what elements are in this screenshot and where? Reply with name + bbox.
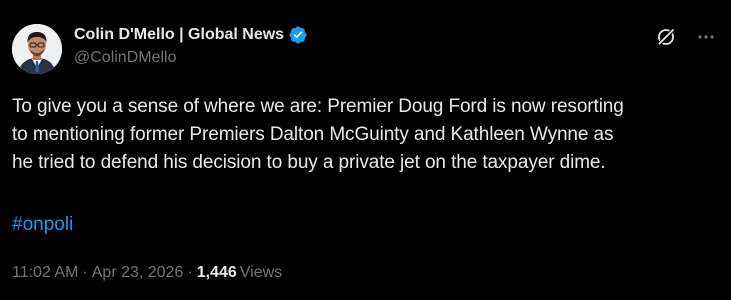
views-label: Views [239, 264, 283, 281]
tweet-time[interactable]: 11:02 AM [12, 262, 78, 284]
more-horizontal-icon[interactable] [695, 26, 717, 48]
tweet-text: To give you a sense of where we are: Pre… [12, 96, 624, 173]
author-display-name[interactable]: Colin D'Mello | Global News [74, 24, 284, 46]
grok-icon[interactable] [655, 26, 677, 48]
tweet-metadata: 11:02 AM · Apr 23, 2026 · 1,446 Views [12, 262, 282, 284]
author-handle[interactable]: @ColinDMello [74, 47, 308, 69]
views-count[interactable]: 1,446 [197, 262, 237, 284]
tweet-top-actions [655, 26, 717, 48]
tweet-card: Colin D'Mello | Global News @ColinDMello [0, 0, 731, 300]
name-row: Colin D'Mello | Global News [74, 24, 308, 46]
hashtag-link[interactable]: #onpoli [12, 211, 73, 239]
meta-separator: · [187, 264, 193, 281]
author-info: Colin D'Mello | Global News @ColinDMello [74, 24, 308, 69]
verified-badge-icon[interactable] [288, 25, 308, 45]
author-avatar[interactable] [12, 24, 62, 74]
tweet-date[interactable]: Apr 23, 2026 [92, 262, 184, 284]
meta-separator: · [82, 264, 88, 281]
avatar-image [12, 24, 62, 74]
